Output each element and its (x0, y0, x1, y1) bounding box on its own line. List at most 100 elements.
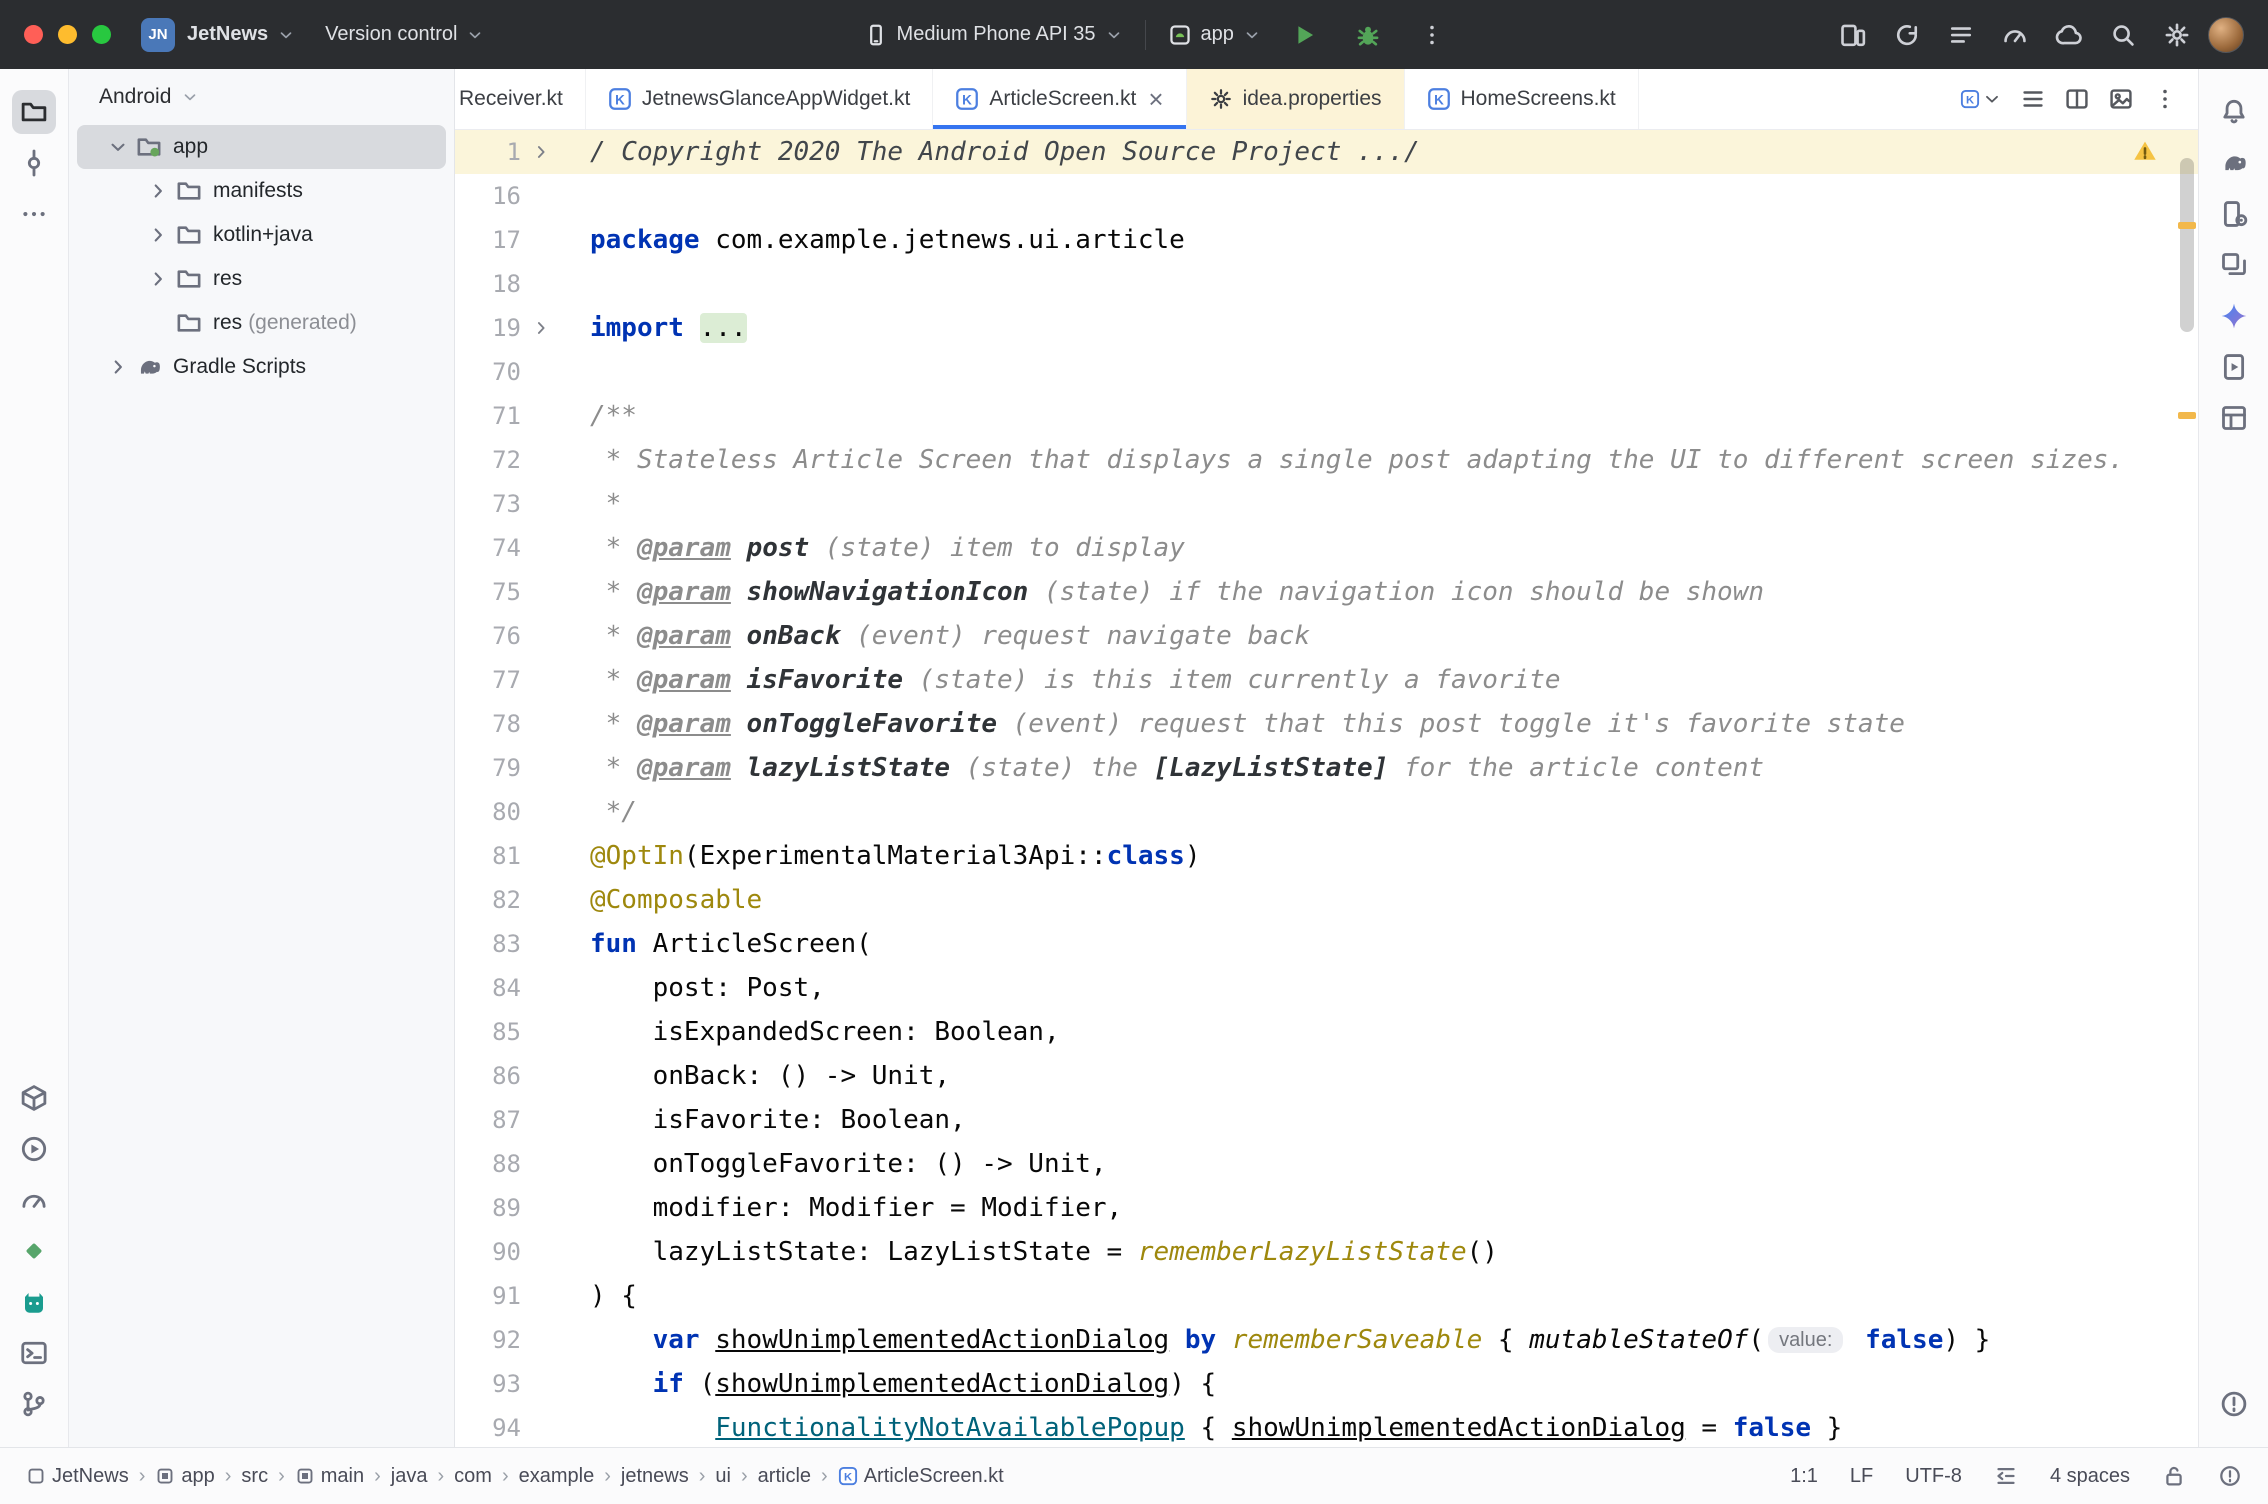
tab-articlescreen-kt[interactable]: KArticleScreen.kt× (933, 69, 1186, 129)
code-line-76[interactable]: 76 * @param onBack (event) request navig… (455, 614, 2198, 658)
code-line-85[interactable]: 85 isExpandedScreen: Boolean, (455, 1010, 2198, 1054)
chevron-down-icon[interactable] (103, 136, 133, 158)
line-number[interactable]: 87 (455, 1106, 521, 1134)
line-number[interactable]: 85 (455, 1018, 521, 1046)
line-number[interactable]: 89 (455, 1194, 521, 1222)
tree-item-res[interactable]: res (77, 257, 446, 301)
more-run-actions-button[interactable] (1411, 14, 1453, 56)
debug-button[interactable] (1347, 14, 1389, 56)
project-menu[interactable]: JetNews (187, 23, 295, 46)
line-number[interactable]: 74 (455, 534, 521, 562)
code-line-89[interactable]: 89 modifier: Modifier = Modifier, (455, 1186, 2198, 1230)
line-number[interactable]: 73 (455, 490, 521, 518)
line-number[interactable]: 16 (455, 182, 521, 210)
fold-marker-icon[interactable] (521, 142, 561, 162)
code-line-93[interactable]: 93 if (showUnimplementedActionDialog) { (455, 1362, 2198, 1406)
breadcrumb-main[interactable]: main (295, 1465, 364, 1488)
hidden-tabs-button[interactable]: K (1960, 89, 2002, 109)
mirror-device-button[interactable] (1832, 14, 1874, 56)
code-line-75[interactable]: 75 * @param showNavigationIcon (state) i… (455, 570, 2198, 614)
chevron-right-icon[interactable] (103, 356, 133, 378)
line-number[interactable]: 94 (455, 1414, 521, 1442)
code-line-18[interactable]: 18 (455, 262, 2198, 306)
layout-inspector-button[interactable] (2212, 396, 2256, 440)
line-number[interactable]: 19 (455, 314, 521, 342)
tab-receiver-kt[interactable]: Receiver.kt (455, 69, 586, 129)
code-line-86[interactable]: 86 onBack: () -> Unit, (455, 1054, 2198, 1098)
breadcrumb-articlescreen-kt[interactable]: KArticleScreen.kt (838, 1465, 1004, 1488)
notifications-button[interactable] (2212, 90, 2256, 134)
indent-icon[interactable] (1994, 1464, 2018, 1488)
code-line-83[interactable]: 83fun ArticleScreen( (455, 922, 2198, 966)
git-branch-button[interactable] (12, 1382, 56, 1426)
code-line-16[interactable]: 16 (455, 174, 2198, 218)
run-tool-button[interactable] (12, 1127, 56, 1171)
kebab-button[interactable] (2152, 86, 2178, 112)
line-number[interactable]: 83 (455, 930, 521, 958)
breadcrumb-jetnews[interactable]: jetnews (621, 1465, 689, 1488)
warning-stripe-mark[interactable] (2178, 222, 2196, 229)
code-line-79[interactable]: 79 * @param lazyListState (state) the [L… (455, 746, 2198, 790)
line-number[interactable]: 93 (455, 1370, 521, 1398)
indent-size[interactable]: 4 spaces (2050, 1465, 2130, 1488)
breadcrumb-app[interactable]: app (155, 1465, 214, 1488)
code-line-71[interactable]: 71/** (455, 394, 2198, 438)
run-button[interactable] (1283, 14, 1325, 56)
code-line-1[interactable]: 1/ Copyright 2020 The Android Open Sourc… (455, 130, 2198, 174)
code-editor[interactable]: 1/ Copyright 2020 The Android Open Sourc… (455, 130, 2198, 1447)
minimize-window-button[interactable] (58, 25, 77, 44)
split-editor-button[interactable] (2064, 86, 2090, 112)
profiler-button[interactable] (1994, 14, 2036, 56)
gradle-button[interactable] (2212, 141, 2256, 185)
search-button[interactable] (2102, 14, 2144, 56)
warning-stripe-mark[interactable] (2178, 412, 2196, 419)
line-number[interactable]: 92 (455, 1326, 521, 1354)
breadcrumb-ui[interactable]: ui (715, 1465, 731, 1488)
tree-item-kotlin-java[interactable]: kotlin+java (77, 213, 446, 257)
code-line-94[interactable]: 94 FunctionalityNotAvailablePopup { show… (455, 1406, 2198, 1447)
code-line-92[interactable]: 92 var showUnimplementedActionDialog by … (455, 1318, 2198, 1362)
code-line-91[interactable]: 91) { (455, 1274, 2198, 1318)
line-number[interactable]: 71 (455, 402, 521, 430)
sync-button[interactable] (2048, 14, 2090, 56)
code-line-70[interactable]: 70 (455, 350, 2198, 394)
line-number[interactable]: 75 (455, 578, 521, 606)
code-line-17[interactable]: 17package com.example.jetnews.ui.article (455, 218, 2198, 262)
editor-list-button[interactable] (2020, 86, 2046, 112)
code-line-87[interactable]: 87 isFavorite: Boolean, (455, 1098, 2198, 1142)
running-devices-button[interactable] (2212, 345, 2256, 389)
breadcrumb-com[interactable]: com (454, 1465, 492, 1488)
caret-position[interactable]: 1:1 (1790, 1465, 1818, 1488)
code-line-78[interactable]: 78 * @param onToggleFavorite (event) req… (455, 702, 2198, 746)
tree-item-gradle-scripts[interactable]: Gradle Scripts (77, 345, 446, 389)
settings-button[interactable] (2156, 14, 2198, 56)
run-config-selector[interactable]: app (1168, 23, 1261, 47)
terminal-button[interactable] (12, 1331, 56, 1375)
close-icon[interactable]: × (1148, 86, 1163, 112)
vcs-menu[interactable]: Version control (325, 23, 484, 46)
tab-jetnewsglanceappwidget-kt[interactable]: KJetnewsGlanceAppWidget.kt (586, 69, 933, 129)
restore-button[interactable] (1886, 14, 1928, 56)
chevron-right-icon[interactable] (143, 224, 173, 246)
problems-icon[interactable] (2218, 1464, 2242, 1488)
line-number[interactable]: 78 (455, 710, 521, 738)
line-number[interactable]: 72 (455, 446, 521, 474)
line-number[interactable]: 82 (455, 886, 521, 914)
code-line-72[interactable]: 72 * Stateless Article Screen that displ… (455, 438, 2198, 482)
todo-list-button[interactable] (1940, 14, 1982, 56)
code-line-84[interactable]: 84 post: Post, (455, 966, 2198, 1010)
code-line-82[interactable]: 82@Composable (455, 878, 2198, 922)
tree-item-app[interactable]: app (77, 125, 446, 169)
breadcrumb-example[interactable]: example (519, 1465, 595, 1488)
build-variants-button[interactable] (12, 1076, 56, 1120)
zoom-window-button[interactable] (92, 25, 111, 44)
resource-manager-button[interactable] (2212, 243, 2256, 287)
line-number[interactable]: 90 (455, 1238, 521, 1266)
breadcrumb-src[interactable]: src (241, 1465, 268, 1488)
code-line-19[interactable]: 19import ... (455, 306, 2198, 350)
line-number[interactable]: 76 (455, 622, 521, 650)
line-number[interactable]: 70 (455, 358, 521, 386)
tree-item-res-generated[interactable]: res(generated) (77, 301, 446, 345)
code-line-88[interactable]: 88 onToggleFavorite: () -> Unit, (455, 1142, 2198, 1186)
editor-scrollbar[interactable] (2180, 158, 2194, 332)
